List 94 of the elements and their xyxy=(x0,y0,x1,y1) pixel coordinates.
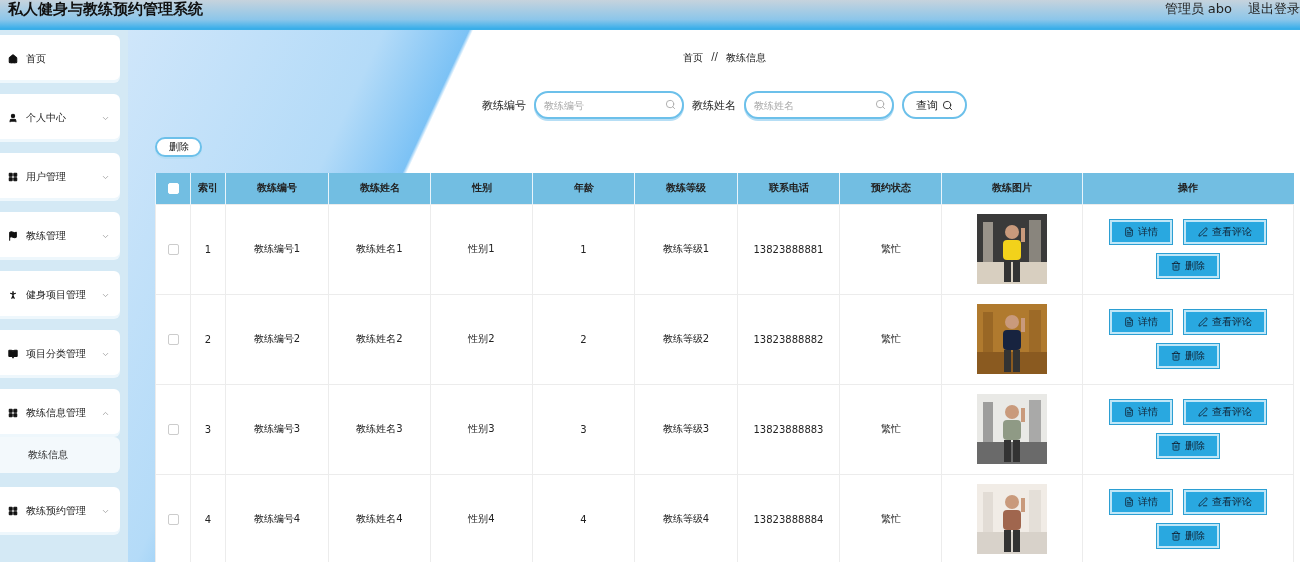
grid-icon xyxy=(8,172,18,182)
document-icon xyxy=(1124,497,1134,507)
breadcrumb-current: 教练信息 xyxy=(725,51,766,65)
document-icon xyxy=(1124,227,1134,237)
column-header: 教练等级 xyxy=(634,173,738,204)
detail-button[interactable]: 详情 xyxy=(1110,400,1172,424)
column-header: 教练图片 xyxy=(941,173,1083,204)
review-button[interactable]: 查看评论 xyxy=(1184,490,1266,514)
document-icon xyxy=(1124,407,1134,417)
table-cell: 性别2 xyxy=(430,294,533,384)
table-cell: 教练等级3 xyxy=(634,384,738,474)
table-cell: 教练等级2 xyxy=(634,294,738,384)
table-cell: 13823888882 xyxy=(737,294,840,384)
table-cell: 教练姓名3 xyxy=(328,384,431,474)
app-title: 私人健身与教练预约管理系统 xyxy=(8,0,203,19)
user-name: 管理员 abo xyxy=(1164,0,1232,18)
table-cell: 13823888883 xyxy=(737,384,840,474)
table-cell: 教练姓名1 xyxy=(328,204,431,294)
person-icon xyxy=(8,290,18,300)
column-header: 索引 xyxy=(190,173,226,204)
table-cell: 繁忙 xyxy=(839,204,942,294)
breadcrumb-separator: // xyxy=(711,51,718,64)
table-cell: 2 xyxy=(532,294,635,384)
column-header: 性别 xyxy=(430,173,533,204)
table-cell: 1 xyxy=(190,204,226,294)
column-header: 预约状态 xyxy=(839,173,942,204)
home-icon xyxy=(8,54,18,64)
table-cell: 2 xyxy=(190,294,226,384)
trash-icon xyxy=(1171,261,1181,271)
table-cell: 教练编号3 xyxy=(225,384,329,474)
submenu-item[interactable]: 教练信息 xyxy=(0,437,120,473)
table-cell: 性别1 xyxy=(430,204,533,294)
sidebar-item[interactable]: 健身项目管理 xyxy=(0,274,120,316)
row-checkbox[interactable] xyxy=(167,513,179,525)
table-cell: 13823888881 xyxy=(737,204,840,294)
delete-button[interactable]: 删除 xyxy=(1157,344,1219,368)
row-checkbox[interactable] xyxy=(167,333,179,345)
sidebar-item[interactable]: 教练预约管理 xyxy=(0,490,120,532)
delete-button[interactable]: 删除 xyxy=(155,137,202,157)
search-field[interactable]: 教练编号 xyxy=(534,91,684,119)
table-cell: 性别3 xyxy=(430,384,533,474)
pencil-icon xyxy=(1198,497,1208,507)
select-all-checkbox[interactable] xyxy=(167,183,179,194)
trash-icon xyxy=(1171,441,1181,451)
breadcrumb-link[interactable]: 首页 xyxy=(683,51,704,65)
column-header: 操作 xyxy=(1082,173,1294,204)
table-cell: 教练等级1 xyxy=(634,204,738,294)
sidebar-item[interactable]: 教练管理 xyxy=(0,215,120,257)
trash-icon xyxy=(1171,531,1181,541)
table-cell: 教练编号1 xyxy=(225,204,329,294)
sidebar-item[interactable]: 教练信息管理 xyxy=(0,392,120,434)
column-header: 年龄 xyxy=(532,173,635,204)
trash-icon xyxy=(1171,351,1181,361)
column-header: 教练姓名 xyxy=(328,173,431,204)
table-cell: 繁忙 xyxy=(839,294,942,384)
table-cell: 繁忙 xyxy=(839,384,942,474)
review-button[interactable]: 查看评论 xyxy=(1184,400,1266,424)
review-button[interactable]: 查看评论 xyxy=(1184,310,1266,334)
user-icon xyxy=(8,113,18,123)
document-icon xyxy=(1124,317,1134,327)
row-checkbox[interactable] xyxy=(167,243,179,255)
pencil-icon xyxy=(1198,317,1208,327)
search-icon xyxy=(942,99,953,111)
detail-button[interactable]: 详情 xyxy=(1110,310,1172,334)
pencil-icon xyxy=(1198,407,1208,417)
sidebar-item[interactable]: 个人中心 xyxy=(0,97,120,139)
query-button[interactable]: 查询 xyxy=(902,91,967,119)
column-header: 教练编号 xyxy=(225,173,329,204)
review-button[interactable]: 查看评论 xyxy=(1184,220,1266,244)
table-cell: 教练姓名2 xyxy=(328,294,431,384)
table-cell: 3 xyxy=(190,384,226,474)
pencil-icon xyxy=(1198,227,1208,237)
row-checkbox[interactable] xyxy=(167,423,179,435)
sidebar-item[interactable]: 项目分类管理 xyxy=(0,333,120,375)
search-icon xyxy=(665,99,676,110)
delete-button[interactable]: 删除 xyxy=(1157,434,1219,458)
field-label: 教练编号 xyxy=(482,97,526,113)
grid-icon xyxy=(8,408,18,418)
delete-button[interactable]: 删除 xyxy=(1157,254,1219,278)
search-icon xyxy=(875,99,886,110)
column-header: 联系电话 xyxy=(737,173,840,204)
detail-button[interactable]: 详情 xyxy=(1110,490,1172,514)
delete-button[interactable]: 删除 xyxy=(1157,524,1219,548)
sidebar-item[interactable]: 用户管理 xyxy=(0,156,120,198)
table-cell: 教练编号2 xyxy=(225,294,329,384)
table-cell: 3 xyxy=(532,384,635,474)
detail-button[interactable]: 详情 xyxy=(1110,220,1172,244)
table-cell: 1 xyxy=(532,204,635,294)
field-label: 教练姓名 xyxy=(692,97,736,113)
flag-icon xyxy=(8,231,18,241)
search-field[interactable]: 教练姓名 xyxy=(744,91,894,119)
logout-link[interactable]: 退出登录 xyxy=(1248,0,1300,18)
sidebar-item[interactable]: 首页 xyxy=(0,38,120,80)
grid-icon xyxy=(8,506,18,516)
